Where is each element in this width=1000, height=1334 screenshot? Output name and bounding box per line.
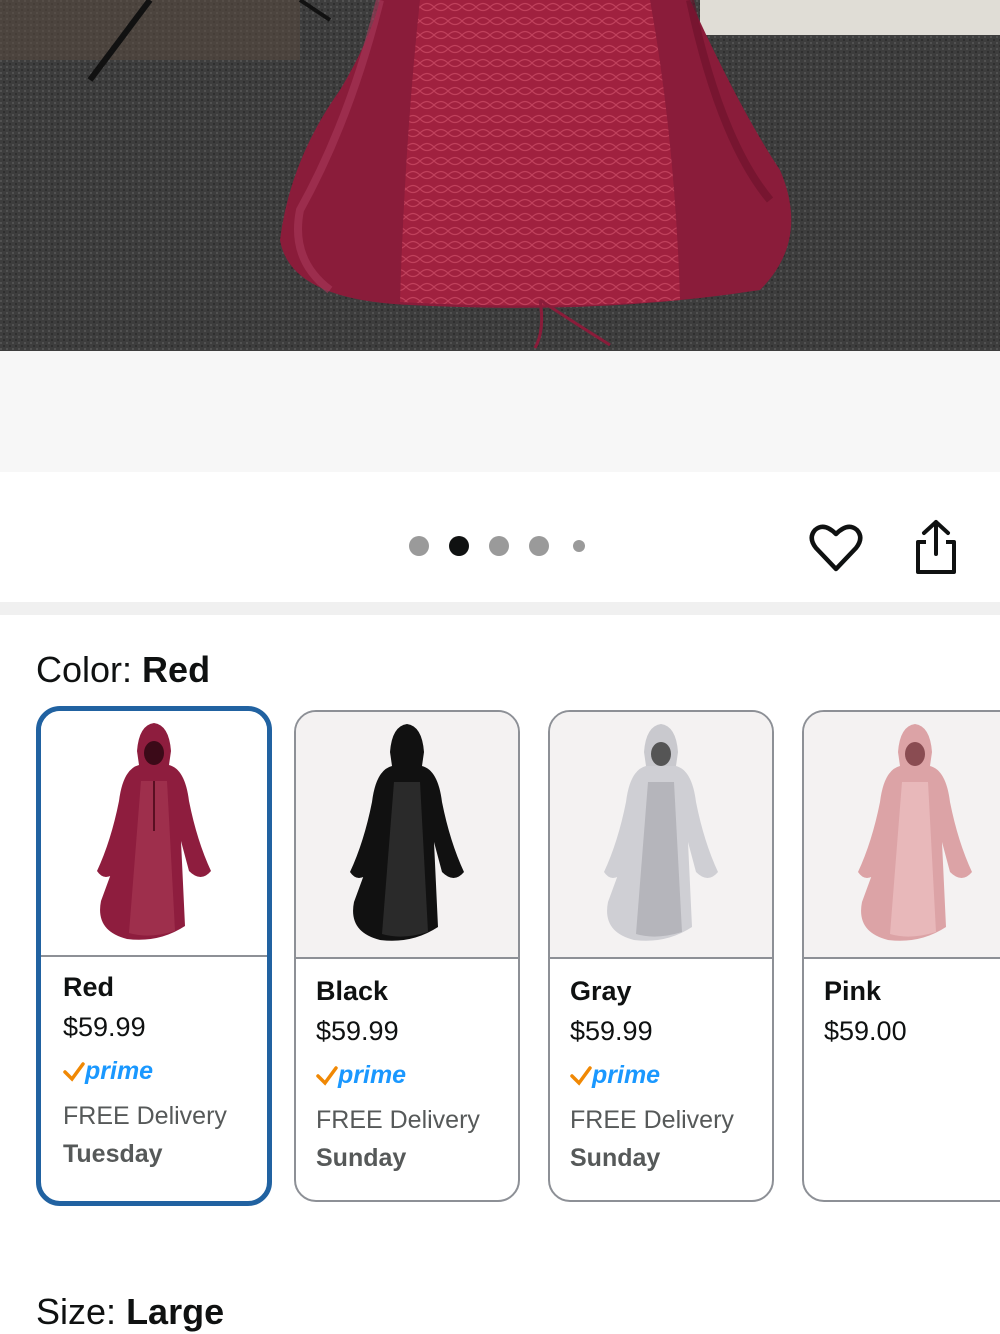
carousel-dot-active[interactable] bbox=[449, 536, 469, 556]
share-icon bbox=[916, 520, 956, 574]
heart-icon bbox=[809, 524, 863, 572]
delivery-text: FREE Delivery bbox=[63, 1102, 227, 1130]
color-swatch-gray[interactable]: Gray $59.99 prime FREE Delivery Sunday bbox=[548, 710, 774, 1202]
swatch-price: $59.00 bbox=[824, 1016, 907, 1046]
prime-text: prime bbox=[85, 1057, 154, 1085]
color-swatch-list: Red $59.99 prime FREE Delivery Tuesday B… bbox=[36, 706, 1000, 1208]
delivery-day: Tuesday bbox=[63, 1140, 163, 1168]
color-heading: Color: Red bbox=[36, 648, 210, 692]
color-swatch-red[interactable]: Red $59.99 prime FREE Delivery Tuesday bbox=[36, 706, 272, 1206]
swatch-info: Gray $59.99 prime FREE Delivery Sunday bbox=[570, 974, 762, 1176]
color-label: Color: bbox=[36, 649, 133, 690]
size-heading: Size: Large bbox=[36, 1290, 224, 1334]
prime-badge: prime bbox=[570, 1058, 762, 1092]
swatch-price: $59.99 bbox=[570, 1016, 653, 1046]
swatch-price: $59.99 bbox=[316, 1016, 399, 1046]
swatch-name: Black bbox=[316, 976, 389, 1006]
swatch-price: $59.99 bbox=[63, 1012, 146, 1042]
delivery-day: Sunday bbox=[570, 1144, 661, 1172]
size-selected-value: Large bbox=[126, 1291, 225, 1332]
swatch-thumbnail bbox=[550, 712, 772, 959]
swatch-info: Black $59.99 prime FREE Delivery Sunday bbox=[316, 974, 508, 1176]
carousel-dots[interactable] bbox=[409, 534, 605, 558]
share-button[interactable] bbox=[910, 518, 962, 576]
swatch-info: Pink $59.00 bbox=[824, 974, 1000, 1058]
carousel-dot[interactable] bbox=[489, 536, 509, 556]
dress-thumbnail bbox=[858, 724, 972, 941]
swatch-name: Pink bbox=[824, 976, 882, 1006]
favorite-button[interactable] bbox=[808, 520, 864, 576]
dress-thumbnail bbox=[604, 724, 718, 941]
swatch-name: Red bbox=[63, 972, 115, 1002]
product-main-image[interactable] bbox=[0, 0, 1000, 351]
product-photo bbox=[0, 0, 1000, 351]
prime-text: prime bbox=[592, 1061, 661, 1089]
size-label: Size: bbox=[36, 1291, 117, 1332]
swatch-info: Red $59.99 prime FREE Delivery Tuesday bbox=[63, 970, 257, 1172]
carousel-dot[interactable] bbox=[409, 536, 429, 556]
swatch-thumbnail bbox=[296, 712, 518, 959]
image-actions-row bbox=[0, 472, 1000, 602]
prime-check-icon bbox=[570, 1066, 592, 1086]
section-divider bbox=[0, 602, 1000, 615]
swatch-thumbnail bbox=[804, 712, 1000, 959]
swatch-thumbnail bbox=[41, 711, 267, 957]
color-swatch-black[interactable]: Black $59.99 prime FREE Delivery Sunday bbox=[294, 710, 520, 1202]
delivery-text: FREE Delivery bbox=[316, 1106, 480, 1134]
delivery-text: FREE Delivery bbox=[570, 1106, 734, 1134]
prime-badge: prime bbox=[63, 1054, 257, 1088]
dress-thumbnail bbox=[97, 722, 211, 940]
carousel-dot[interactable] bbox=[573, 540, 585, 552]
prime-text: prime bbox=[338, 1061, 407, 1089]
prime-check-icon bbox=[63, 1062, 85, 1082]
delivery-day: Sunday bbox=[316, 1144, 407, 1172]
color-selected-value: Red bbox=[142, 649, 211, 690]
carousel-dot[interactable] bbox=[529, 536, 549, 556]
prime-check-icon bbox=[316, 1066, 338, 1086]
swatch-name: Gray bbox=[570, 976, 632, 1006]
dress-thumbnail bbox=[350, 724, 464, 941]
color-swatch-pink[interactable]: Pink $59.00 bbox=[802, 710, 1000, 1202]
prime-badge: prime bbox=[316, 1058, 508, 1092]
image-spacer bbox=[0, 351, 1000, 472]
